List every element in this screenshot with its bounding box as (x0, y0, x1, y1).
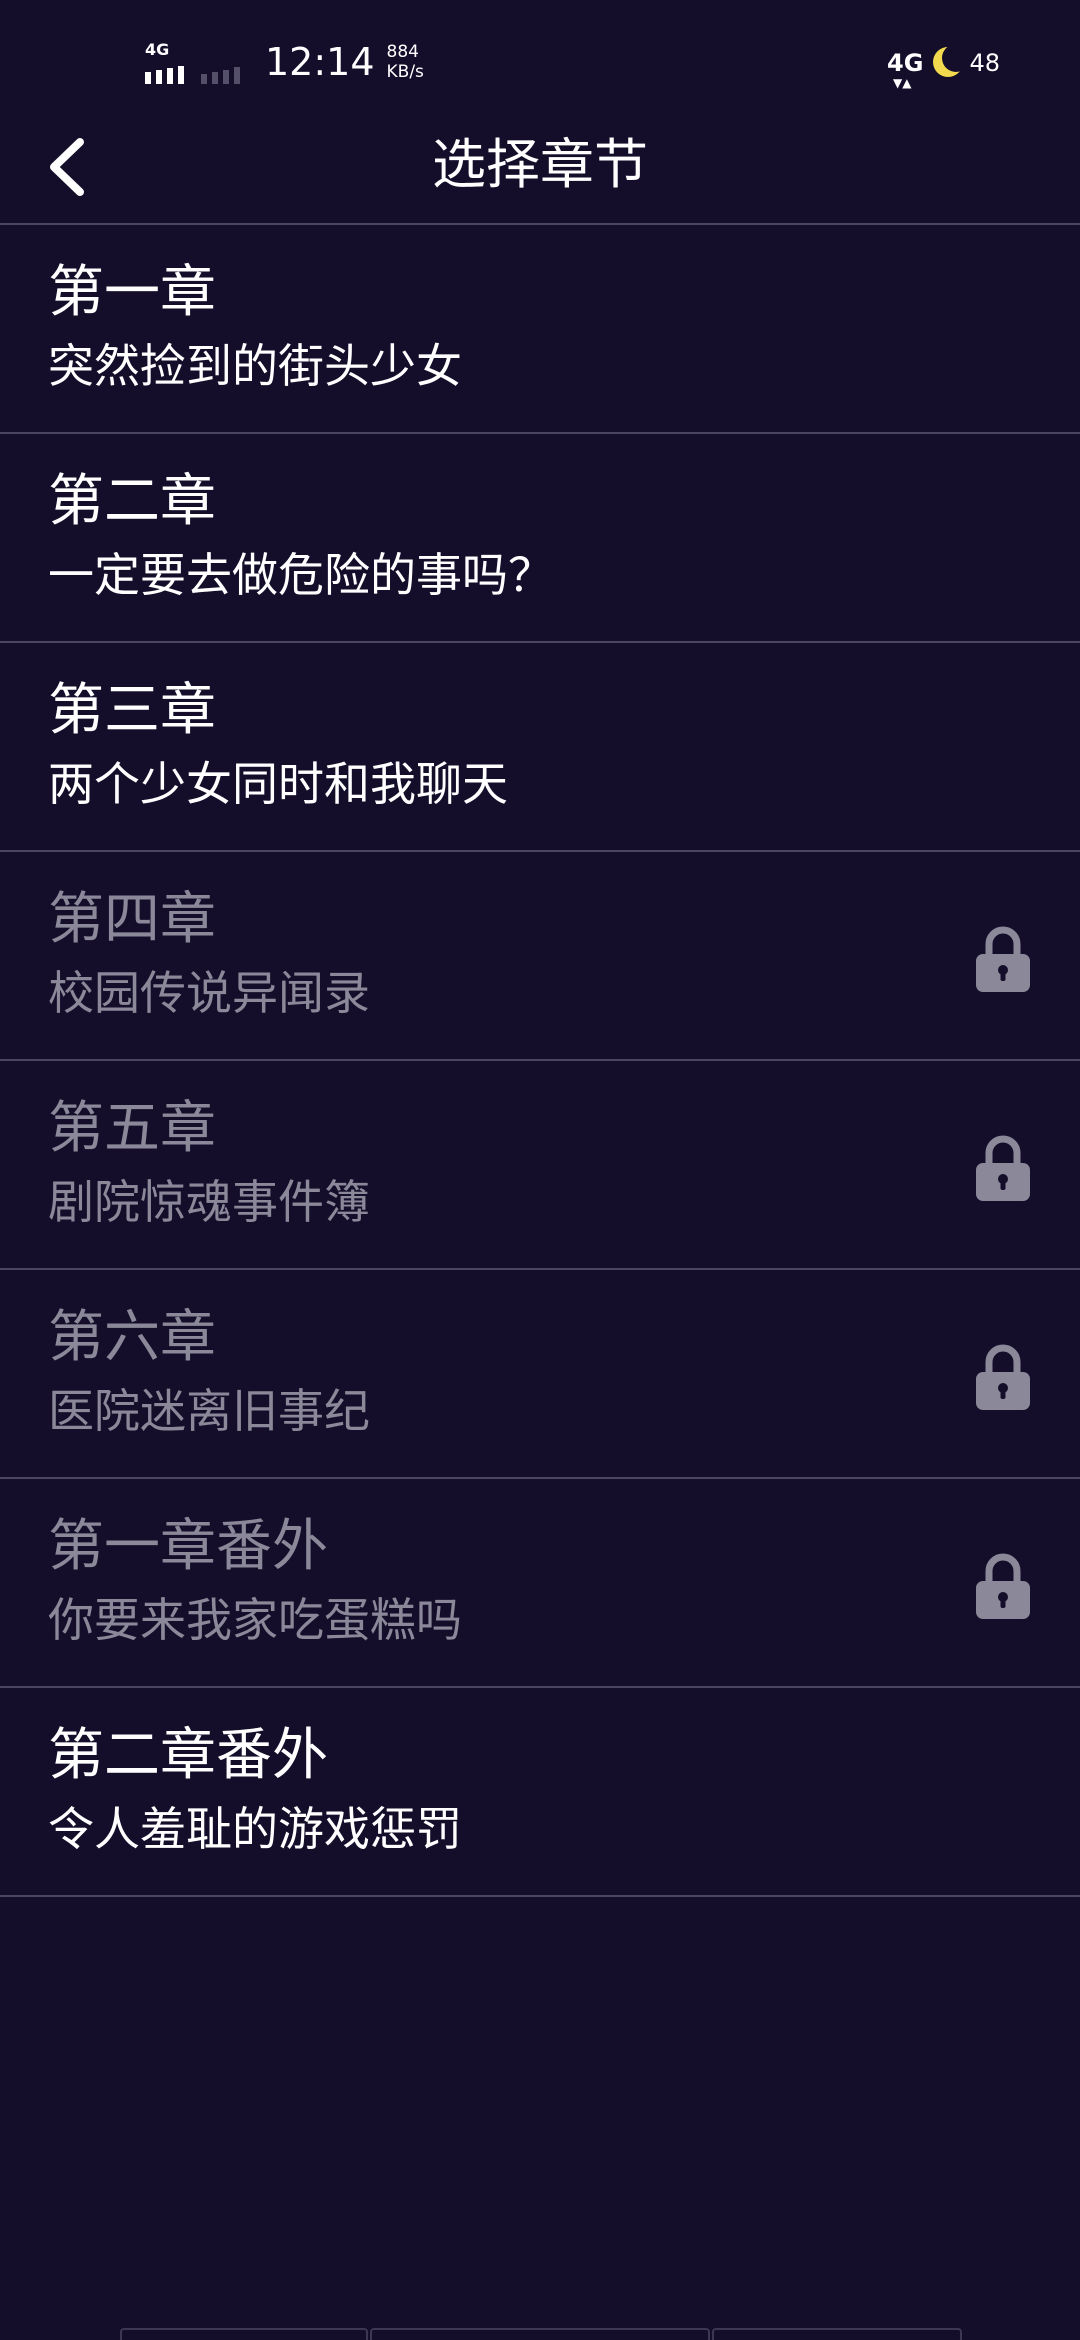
chapter-subtitle: 两个少女同时和我聊天 (48, 757, 508, 811)
chapter-subtitle: 一定要去做危险的事吗？ (48, 548, 554, 602)
network-speed-value: 884 (386, 42, 419, 62)
network-type-label: 4G (887, 49, 924, 77)
bottom-nav-segment (120, 2328, 368, 2340)
chapter-item-extra-1[interactable]: 第一章番外 你要来我家吃蛋糕吗 (0, 1479, 1080, 1688)
chapter-subtitle: 剧院惊魂事件簿 (48, 1175, 370, 1229)
chevron-left-icon[interactable] (44, 132, 104, 202)
chapter-subtitle: 令人羞耻的游戏惩罚 (48, 1802, 462, 1856)
chapter-item-3[interactable]: 第三章 两个少女同时和我聊天 (0, 643, 1080, 852)
moon-icon (933, 44, 971, 79)
chapter-title: 第一章 (48, 260, 216, 325)
chapter-item-extra-2[interactable]: 第二章番外 令人羞耻的游戏惩罚 (0, 1688, 1080, 1897)
chapter-subtitle: 突然捡到的街头少女 (48, 339, 462, 393)
chapter-item-5[interactable]: 第五章 剧院惊魂事件簿 (0, 1061, 1080, 1270)
status-bar-left: 4G 12:14 884 KB/s (145, 32, 424, 92)
chapter-title: 第三章 (48, 678, 216, 743)
status-bar: 4G 12:14 884 KB/s 4G ▼▲ 48 (0, 0, 1080, 110)
bottom-nav-segment (712, 2328, 962, 2340)
cellular-signal-icon: 4G (145, 40, 191, 84)
battery-level: 48 (969, 49, 1000, 77)
chapter-title: 第二章番外 (48, 1723, 328, 1788)
chapter-item-2[interactable]: 第二章 一定要去做危险的事吗？ (0, 434, 1080, 643)
bottom-navigation-edge (0, 2328, 1080, 2340)
page-title: 选择章节 (432, 133, 648, 196)
chapter-title: 第二章 (48, 469, 216, 534)
chapter-item-6[interactable]: 第六章 医院迷离旧事纪 (0, 1270, 1080, 1479)
chapter-item-4[interactable]: 第四章 校园传说异闻录 (0, 852, 1080, 1061)
network-speed-unit: KB/s (386, 62, 424, 82)
chapter-subtitle: 医院迷离旧事纪 (48, 1384, 370, 1438)
network-type-icon: 4G ▼▲ (887, 49, 924, 89)
chapter-title: 第一章番外 (48, 1514, 328, 1579)
chapter-subtitle: 你要来我家吃蛋糕吗 (48, 1593, 462, 1647)
chapter-subtitle: 校园传说异闻录 (48, 966, 370, 1020)
app-header: 选择章节 (0, 110, 1080, 224)
lock-icon (976, 1553, 1030, 1619)
chapter-title: 第四章 (48, 887, 216, 952)
data-arrows-icon: ▼▲ (893, 76, 912, 90)
secondary-signal-icon (201, 40, 247, 84)
signal-label: 4G (145, 40, 170, 59)
chapter-title: 第五章 (48, 1096, 216, 1161)
lock-icon (976, 1344, 1030, 1410)
chapter-list: 第一章 突然捡到的街头少女 第二章 一定要去做危险的事吗？ 第三章 两个少女同时… (0, 225, 1080, 1897)
network-speed: 884 KB/s (387, 42, 424, 82)
lock-icon (976, 926, 1030, 992)
status-time: 12:14 (265, 40, 375, 84)
chapter-title: 第六章 (48, 1305, 216, 1370)
status-bar-right: 4G ▼▲ 48 (887, 38, 1000, 89)
chapter-item-1[interactable]: 第一章 突然捡到的街头少女 (0, 225, 1080, 434)
bottom-nav-segment (370, 2328, 710, 2340)
lock-icon (976, 1135, 1030, 1201)
